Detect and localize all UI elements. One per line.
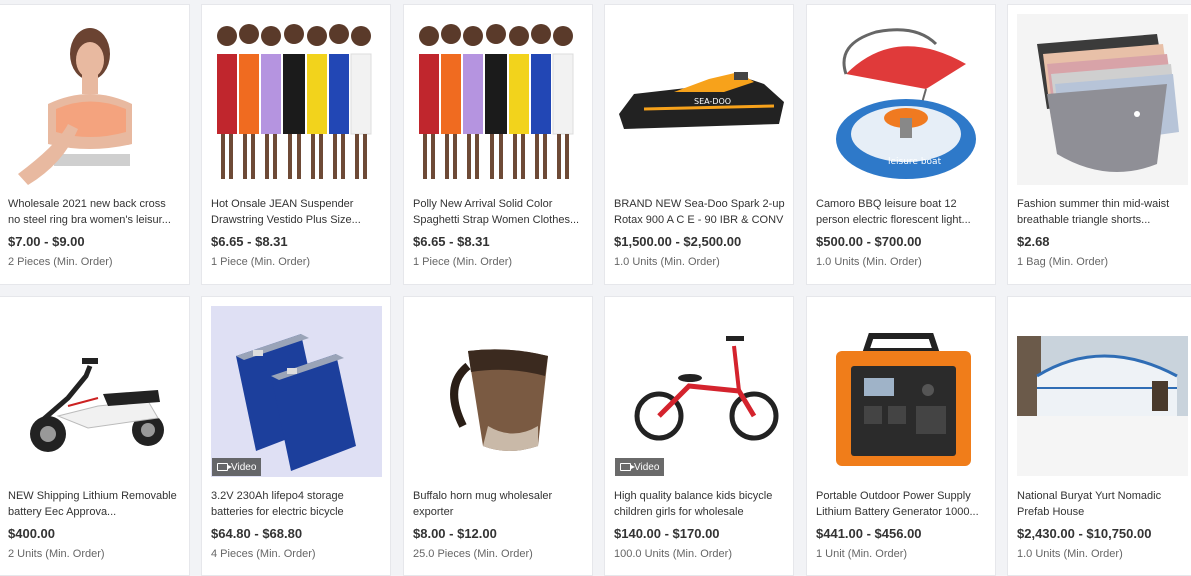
min-order: 1 Piece (Min. Order) bbox=[211, 256, 311, 268]
product-title[interactable]: Wholesale 2021 new back cross no steel r… bbox=[8, 196, 179, 228]
min-order: 4 Pieces (Min. Order) bbox=[211, 548, 316, 560]
battery-cells-image: Video bbox=[211, 306, 382, 477]
product-card[interactable]: Portable Outdoor Power Supply Lithium Ba… bbox=[806, 296, 996, 576]
product-card[interactable]: Polly New Arrival Solid Color Spaghetti … bbox=[403, 4, 593, 285]
product-title[interactable]: National Buryat Yurt Nomadic Prefab Hous… bbox=[1017, 488, 1188, 520]
svg-text:leisure boat: leisure boat bbox=[888, 157, 942, 167]
product-title[interactable]: Hot Onsale JEAN Suspender Drawstring Ves… bbox=[211, 196, 382, 228]
product-title[interactable]: Polly New Arrival Solid Color Spaghetti … bbox=[413, 196, 584, 228]
dresses-image bbox=[211, 14, 382, 185]
product-price: $6.65 - $8.31 bbox=[413, 234, 490, 249]
jet-ski-image: SEA-DOO bbox=[614, 14, 785, 185]
product-card[interactable]: leisure boat Camoro BBQ leisure boat 12 … bbox=[806, 4, 996, 285]
product-title[interactable]: 3.2V 230Ah lifepo4 storage batteries for… bbox=[211, 488, 382, 520]
yurt-image bbox=[1017, 306, 1188, 477]
min-order: 1.0 Units (Min. Order) bbox=[1017, 548, 1123, 560]
scooter-image bbox=[8, 306, 179, 477]
product-price: $400.00 bbox=[8, 526, 55, 541]
product-price: $2.68 bbox=[1017, 234, 1050, 249]
product-card[interactable]: NEW Shipping Lithium Removable battery E… bbox=[0, 296, 190, 576]
min-order: 25.0 Pieces (Min. Order) bbox=[413, 548, 533, 560]
video-label: Video bbox=[231, 461, 257, 473]
product-price: $1,500.00 - $2,500.00 bbox=[614, 234, 742, 249]
bbq-boat-image: leisure boat bbox=[816, 14, 987, 185]
min-order: 1 Unit (Min. Order) bbox=[816, 548, 908, 560]
power-station-image bbox=[816, 306, 987, 477]
video-camera-icon bbox=[217, 463, 232, 471]
min-order: 1 Piece (Min. Order) bbox=[413, 256, 513, 268]
min-order: 1.0 Units (Min. Order) bbox=[614, 256, 720, 268]
product-title[interactable]: High quality balance kids bicycle childr… bbox=[614, 488, 785, 520]
product-card[interactable]: Video 3.2V 230Ah lifepo4 storage batteri… bbox=[201, 296, 391, 576]
product-card[interactable]: Wholesale 2021 new back cross no steel r… bbox=[0, 4, 190, 285]
product-title[interactable]: NEW Shipping Lithium Removable battery E… bbox=[8, 488, 179, 520]
horn-mug-image bbox=[413, 306, 584, 477]
sports-bra-image bbox=[8, 14, 179, 185]
product-title[interactable]: Camoro BBQ leisure boat 12 person electr… bbox=[816, 196, 987, 228]
product-title[interactable]: Portable Outdoor Power Supply Lithium Ba… bbox=[816, 488, 987, 520]
balance-bike-image: Video bbox=[614, 306, 785, 477]
video-label: Video bbox=[634, 461, 660, 473]
product-grid: Wholesale 2021 new back cross no steel r… bbox=[0, 0, 1191, 576]
min-order: 1.0 Units (Min. Order) bbox=[816, 256, 922, 268]
min-order: 100.0 Units (Min. Order) bbox=[614, 548, 732, 560]
product-price: $2,430.00 - $10,750.00 bbox=[1017, 526, 1152, 541]
product-card[interactable]: Buffalo horn mug wholesaler exporter $8.… bbox=[403, 296, 593, 576]
product-price: $6.65 - $8.31 bbox=[211, 234, 288, 249]
product-card[interactable]: National Buryat Yurt Nomadic Prefab Hous… bbox=[1007, 296, 1191, 576]
product-card[interactable]: Hot Onsale JEAN Suspender Drawstring Ves… bbox=[201, 4, 391, 285]
underwear-image bbox=[1017, 14, 1188, 185]
video-badge[interactable]: Video bbox=[615, 458, 665, 476]
product-title[interactable]: Buffalo horn mug wholesaler exporter bbox=[413, 488, 584, 520]
product-card[interactable]: Fashion summer thin mid-waist breathable… bbox=[1007, 4, 1191, 285]
product-card[interactable]: Video High quality balance kids bicycle … bbox=[604, 296, 794, 576]
video-camera-icon bbox=[620, 463, 635, 471]
product-price: $64.80 - $68.80 bbox=[211, 526, 303, 541]
product-price: $7.00 - $9.00 bbox=[8, 234, 85, 249]
min-order: 2 Units (Min. Order) bbox=[8, 548, 105, 560]
product-price: $8.00 - $12.00 bbox=[413, 526, 497, 541]
min-order: 1 Bag (Min. Order) bbox=[1017, 256, 1109, 268]
product-title[interactable]: BRAND NEW Sea-Doo Spark 2-up Rotax 900 A… bbox=[614, 196, 785, 228]
product-price: $441.00 - $456.00 bbox=[816, 526, 922, 541]
svg-text:SEA-DOO: SEA-DOO bbox=[694, 97, 731, 106]
product-card[interactable]: SEA-DOO BRAND NEW Sea-Doo Spark 2-up Rot… bbox=[604, 4, 794, 285]
product-price: $140.00 - $170.00 bbox=[614, 526, 720, 541]
video-badge[interactable]: Video bbox=[212, 458, 262, 476]
dresses-image bbox=[413, 14, 584, 185]
min-order: 2 Pieces (Min. Order) bbox=[8, 256, 113, 268]
product-title[interactable]: Fashion summer thin mid-waist breathable… bbox=[1017, 196, 1188, 228]
product-price: $500.00 - $700.00 bbox=[816, 234, 922, 249]
